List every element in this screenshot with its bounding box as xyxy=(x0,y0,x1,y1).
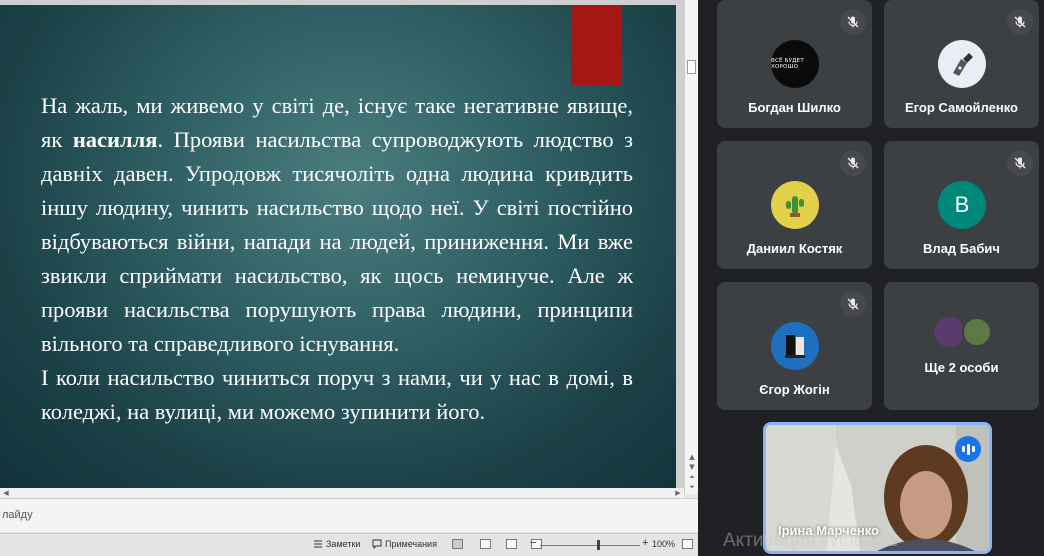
slide-sorter-icon xyxy=(480,539,491,549)
reading-view-button[interactable] xyxy=(506,539,517,549)
slide-accent-bar xyxy=(571,5,622,85)
slide-editor[interactable]: На жаль, ми живемо у світі де, існує так… xyxy=(0,0,684,494)
scroll-right-icon[interactable]: ▶ xyxy=(672,488,684,498)
avatar xyxy=(771,322,819,370)
mic-off-icon xyxy=(840,150,866,176)
speaking-indicator-icon xyxy=(955,436,981,462)
prev-slide-icon[interactable]: ⏶ xyxy=(685,472,698,482)
mic-off-icon xyxy=(840,291,866,317)
fit-to-window-button[interactable] xyxy=(682,539,693,549)
avatar: ВСЁ БУДЕТ ХОРОШО xyxy=(771,40,819,88)
normal-view-button[interactable] xyxy=(452,539,463,549)
participant-name: Егор Самойленко xyxy=(904,100,1018,115)
participant-tile[interactable]: Єгор Жогін xyxy=(717,282,872,410)
more-participants-tile[interactable]: Ще 2 особи xyxy=(884,282,1039,410)
zoom-level[interactable]: 100% xyxy=(652,539,675,549)
notes-placeholder: лайду xyxy=(2,509,33,521)
status-bar: Заметки Примечания − + 100% xyxy=(0,533,698,556)
comments-button[interactable]: Примечания xyxy=(372,539,437,549)
mic-off-icon xyxy=(1007,9,1033,35)
participant-tile[interactable]: Егор Самойленко xyxy=(884,0,1039,128)
zoom-slider[interactable] xyxy=(540,545,640,546)
horizontal-scrollbar[interactable]: ◀ ▶ xyxy=(0,488,684,498)
scroll-down-icon[interactable]: ▼ xyxy=(685,462,698,472)
participant-tile[interactable]: Даниил Костяк xyxy=(717,141,872,269)
pen-nib-icon xyxy=(953,53,973,76)
participant-name: Богдан Шилко xyxy=(748,100,841,115)
avatar xyxy=(938,40,986,88)
cactus-icon xyxy=(786,196,804,217)
slide-text-box[interactable]: На жаль, ми живемо у світі де, існує так… xyxy=(41,89,633,429)
zoom-slider-thumb[interactable] xyxy=(597,540,600,550)
participant-name: Даниил Костяк xyxy=(746,241,843,256)
participant-tile[interactable]: B Влад Бабич xyxy=(884,141,1039,269)
slide-sorter-button[interactable] xyxy=(480,539,491,549)
windows-activation-watermark: Активация Windows xyxy=(723,530,899,551)
slide-bold-word: насилля xyxy=(72,127,158,152)
zoom-out-button[interactable]: − xyxy=(530,537,536,549)
zoom-in-button[interactable]: + xyxy=(642,537,648,549)
fit-window-icon xyxy=(682,539,693,549)
game-console-icon xyxy=(785,335,805,358)
avatar xyxy=(771,181,819,229)
participant-tile[interactable]: ВСЁ БУДЕТ ХОРОШО Богдан Шилко xyxy=(717,0,872,128)
vertical-scrollbar[interactable]: ▲ ▼ ⏶ ⏷ xyxy=(684,0,698,494)
scroll-thumb[interactable] xyxy=(687,60,696,74)
next-slide-icon[interactable]: ⏷ xyxy=(685,482,698,492)
participant-name: Влад Бабич xyxy=(923,241,1000,256)
mic-off-icon xyxy=(1007,150,1033,176)
more-participants-label: Ще 2 особи xyxy=(924,360,999,375)
presentation-window: На жаль, ми живемо у світі де, існує так… xyxy=(0,0,698,556)
comment-icon xyxy=(372,539,382,549)
avatar: B xyxy=(938,181,986,229)
avatar xyxy=(934,317,964,347)
participant-name: Єгор Жогін xyxy=(759,382,830,397)
more-participants-avatars xyxy=(934,317,994,347)
slide-paragraph-2: І коли насильство чиниться поруч з нами,… xyxy=(41,365,633,424)
reading-view-icon xyxy=(506,539,517,549)
scroll-up-icon[interactable]: ▲ xyxy=(685,452,698,462)
notes-button[interactable]: Заметки xyxy=(313,539,360,549)
mic-off-icon xyxy=(840,9,866,35)
slide[interactable]: На жаль, ми живемо у світі де, існує так… xyxy=(0,5,676,489)
scroll-left-icon[interactable]: ◀ xyxy=(0,488,12,498)
slide-paragraph-1: На жаль, ми живемо у світі де, існує так… xyxy=(41,93,634,356)
notes-pane[interactable]: лайду xyxy=(0,498,698,532)
normal-view-icon xyxy=(452,539,463,549)
avatar xyxy=(962,317,992,347)
notes-icon xyxy=(314,540,322,548)
